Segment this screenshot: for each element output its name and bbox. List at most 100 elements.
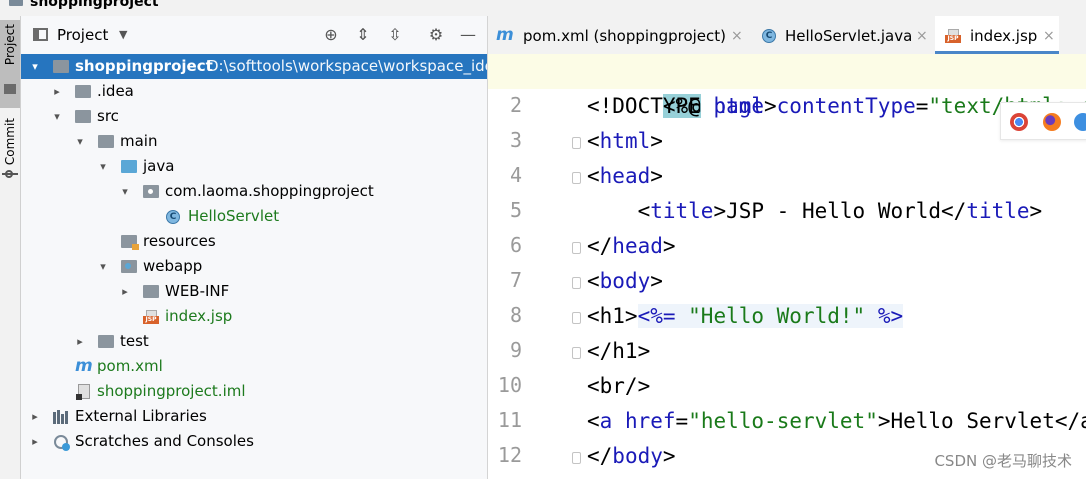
- code-token: a: [599, 409, 625, 433]
- window-title: shoppingproject: [30, 0, 159, 10]
- tree-item-helloservlet[interactable]: C HelloServlet: [21, 204, 487, 229]
- tree-item-label: index.jsp: [165, 307, 233, 325]
- project-path: D:\softtools\workspace\workspace_idea: [207, 57, 488, 75]
- tree-item-main[interactable]: ▾ main: [21, 129, 487, 154]
- current-line-highlight: [488, 54, 1086, 89]
- code-token: "Hello World!": [675, 304, 878, 328]
- line-number: 11: [497, 408, 522, 432]
- expand-all-icon[interactable]: ⇕: [353, 25, 373, 45]
- code-line-6: </head>: [587, 229, 676, 264]
- tab-label: pom.xml (shoppingproject): [523, 27, 727, 45]
- code-token: <: [587, 269, 600, 293]
- fold-marker-icon[interactable]: [572, 452, 581, 464]
- chevron-right-icon[interactable]: ▸: [119, 279, 131, 304]
- class-icon: C: [762, 29, 776, 43]
- code-token: >: [662, 444, 676, 468]
- code-line-2: <!DOCTYPE html>: [587, 89, 777, 124]
- fold-marker-icon[interactable]: [572, 312, 581, 324]
- tree-item-idea[interactable]: ▸ .idea: [21, 79, 487, 104]
- fold-marker-icon[interactable]: [572, 137, 581, 149]
- code-token: >: [650, 269, 663, 293]
- tree-item-label: shoppingproject.iml: [97, 382, 246, 400]
- tree-item-resources[interactable]: resources: [21, 229, 487, 254]
- chevron-down-icon[interactable]: ▾: [97, 254, 109, 279]
- tool-tab-project[interactable]: Project: [0, 20, 20, 108]
- tree-item-pom[interactable]: m pom.xml: [21, 354, 487, 379]
- code-line-1: <%@ page contentType="text/html; charset…: [488, 54, 1086, 118]
- tree-item-label: test: [120, 332, 149, 350]
- chevron-right-icon[interactable]: ▸: [51, 79, 63, 104]
- tree-item-label: WEB-INF: [165, 282, 230, 300]
- source-folder-icon: [121, 160, 137, 173]
- code-token: >Hello Servlet</a>: [877, 409, 1086, 433]
- tab-pom-xml[interactable]: m pom.xml (shoppingproject) ×: [488, 16, 748, 54]
- chevron-down-icon[interactable]: ▼: [119, 28, 127, 41]
- hide-icon[interactable]: —: [458, 25, 478, 45]
- chevron-down-icon[interactable]: ▾: [29, 54, 41, 79]
- fold-marker-icon[interactable]: [572, 172, 581, 184]
- tree-item-java[interactable]: ▾ java: [21, 154, 487, 179]
- gear-icon[interactable]: ⚙: [426, 25, 446, 45]
- tool-tab-commit[interactable]: Commit: [0, 112, 20, 192]
- close-icon[interactable]: ×: [1043, 16, 1055, 56]
- chevron-right-icon[interactable]: ▸: [29, 404, 41, 429]
- maven-icon: m: [496, 25, 514, 45]
- code-token: html: [713, 94, 765, 118]
- fold-marker-icon[interactable]: [572, 347, 581, 359]
- tree-item-web-inf[interactable]: ▸ WEB-INF: [21, 279, 487, 304]
- code-token: >: [662, 234, 676, 258]
- resources-folder-icon: [121, 235, 139, 250]
- iml-file-icon: [76, 384, 90, 400]
- safari-icon[interactable]: [1074, 113, 1086, 131]
- tree-item-scratches[interactable]: ▸ Scratches and Consoles: [21, 429, 487, 454]
- code-token: title: [650, 199, 714, 223]
- tree-item-src[interactable]: ▾ src: [21, 104, 487, 129]
- code-token: </: [587, 234, 613, 258]
- chevron-right-icon[interactable]: ▸: [29, 429, 41, 454]
- code-token: body: [599, 269, 651, 293]
- close-icon[interactable]: ×: [916, 16, 928, 56]
- collapse-all-icon[interactable]: ⇳: [385, 25, 405, 45]
- code-token: >: [1029, 199, 1043, 223]
- tree-item-external-libraries[interactable]: ▸ External Libraries: [21, 404, 487, 429]
- tab-helloservlet-java[interactable]: C HelloServlet.java ×: [750, 16, 932, 54]
- chevron-down-icon[interactable]: ▾: [119, 179, 131, 204]
- code-token: <%=: [637, 304, 676, 328]
- tree-item-label: shoppingproject: [75, 57, 213, 75]
- code-token: html: [599, 129, 651, 153]
- chevron-down-icon[interactable]: ▾: [74, 129, 86, 154]
- locate-icon[interactable]: ⊕: [321, 25, 341, 45]
- firefox-icon[interactable]: [1043, 113, 1061, 131]
- tree-item-shoppingproject[interactable]: ▾ shoppingproject D:\softtools\workspace…: [21, 54, 487, 79]
- chevron-down-icon[interactable]: ▾: [51, 104, 63, 129]
- web-folder-icon: [121, 260, 137, 273]
- tool-tab-project-label: Project: [3, 24, 17, 66]
- code-token: </: [587, 444, 613, 468]
- project-view-selector[interactable]: Project: [57, 26, 108, 44]
- close-icon[interactable]: ×: [731, 16, 743, 56]
- code-line-4: <head>: [587, 159, 663, 194]
- line-number-gutter: 1 2 3 4 5 6 7 8 9 10 11 12: [488, 54, 584, 479]
- tree-item-test[interactable]: ▸ test: [21, 329, 487, 354]
- editor-tab-bar: m pom.xml (shoppingproject) × C HelloSer…: [488, 16, 1086, 55]
- chevron-down-icon[interactable]: ▾: [97, 154, 109, 179]
- tab-index-jsp[interactable]: JSP index.jsp ×: [935, 16, 1059, 54]
- fold-marker-icon[interactable]: [572, 277, 581, 289]
- tree-item-label: HelloServlet: [188, 207, 280, 225]
- tree-item-webapp[interactable]: ▾ webapp: [21, 254, 487, 279]
- tree-item-label: main: [120, 132, 158, 150]
- tree-item-iml[interactable]: shoppingproject.iml: [21, 379, 487, 404]
- watermark: CSDN @老马聊技术: [934, 452, 1072, 470]
- code-token: contentType: [776, 94, 916, 118]
- tree-item-package[interactable]: ▾ com.laoma.shoppingproject: [21, 179, 487, 204]
- code-token: head: [612, 234, 663, 258]
- chevron-right-icon[interactable]: ▸: [74, 329, 86, 354]
- code-token: href: [624, 409, 676, 433]
- code-token: <: [587, 409, 600, 433]
- code-token: title: [966, 199, 1030, 223]
- tree-item-index-jsp[interactable]: JSP index.jsp: [21, 304, 487, 329]
- code-line-8: <h1><%= "Hello World!" %>: [587, 299, 904, 334]
- fold-marker-icon[interactable]: [572, 242, 581, 254]
- chrome-icon[interactable]: [1010, 113, 1028, 131]
